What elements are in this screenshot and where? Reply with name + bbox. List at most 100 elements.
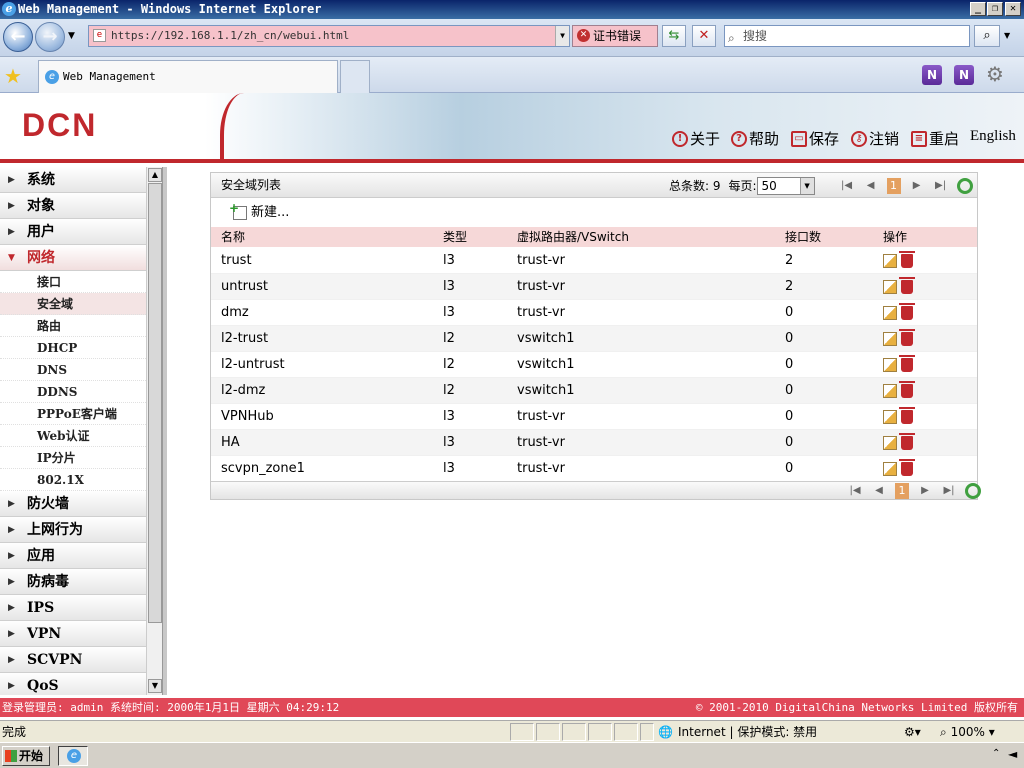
search-button[interactable]: ⌕ (974, 25, 1000, 47)
last-page-icon[interactable]: ▶| (941, 483, 957, 499)
select-dropdown-icon: ▼ (799, 177, 814, 194)
sidebar-item-scvpn[interactable]: ▶ SCVPN (0, 647, 146, 673)
new-tab-button[interactable] (340, 60, 370, 93)
prev-page-icon[interactable]: ◀ (863, 178, 879, 194)
edit-icon[interactable] (883, 461, 897, 476)
per-page-select[interactable]: 50 ▼ (756, 176, 815, 195)
first-page-icon[interactable]: |◀ (839, 178, 855, 194)
cell-type: l2 (443, 383, 455, 398)
logout-link[interactable]: ⚷ 注销 (851, 128, 899, 149)
sidebar-item-antivirus[interactable]: ▶ 防病毒 (0, 569, 146, 595)
save-link[interactable]: ▭ 保存 (791, 128, 839, 149)
first-page-icon[interactable]: |◀ (847, 483, 863, 499)
delete-trash-icon[interactable] (899, 302, 915, 320)
tab-web-management[interactable]: e Web Management (38, 60, 338, 93)
zoom-level[interactable]: ⌕ 100% ▾ (940, 721, 995, 743)
favorites-star-icon[interactable]: ★ (4, 64, 22, 88)
sidebar-item-system[interactable]: ▶ 系统 (0, 167, 146, 193)
delete-trash-icon[interactable] (899, 380, 915, 398)
refresh-icon[interactable] (965, 482, 981, 499)
current-page[interactable]: 1 (895, 482, 909, 499)
search-input[interactable]: ⌕ 搜搜 (724, 25, 970, 47)
protected-mode-icon[interactable]: ⚙▾ (904, 721, 921, 743)
scroll-thumb[interactable] (148, 183, 162, 623)
close-window-button[interactable]: ✕ (1005, 2, 1021, 16)
edit-icon[interactable] (883, 357, 897, 372)
delete-trash-icon[interactable] (899, 406, 915, 424)
certificate-error-button[interactable]: ✕ 证书错误 (572, 25, 658, 47)
sidebar-item-vpn[interactable]: ▶ VPN (0, 621, 146, 647)
english-link[interactable]: English (970, 128, 1016, 145)
delete-trash-icon[interactable] (899, 432, 915, 450)
onenote-send-icon[interactable]: N (954, 65, 974, 85)
edit-icon[interactable] (883, 305, 897, 320)
sidebar-scrollbar[interactable]: ▲ ▼ (146, 167, 162, 695)
minimize-button[interactable]: _ (970, 2, 986, 16)
sidebar-sub-ipfrag[interactable]: IP分片 (0, 447, 146, 469)
search-options-icon[interactable]: ▼ (1004, 31, 1010, 40)
sidebar-sub-zones[interactable]: 安全域 (0, 293, 146, 315)
zoom-icon: ⌕ (940, 725, 947, 739)
tray-expand-icon[interactable]: ⌃ (992, 748, 1000, 759)
forward-button[interactable]: → (35, 22, 65, 52)
sidebar-item-internet-behavior[interactable]: ▶ 上网行为 (0, 517, 146, 543)
delete-trash-icon[interactable] (899, 250, 915, 268)
cell-name: VPNHub (221, 409, 274, 424)
edit-icon[interactable] (883, 435, 897, 450)
delete-trash-icon[interactable] (899, 328, 915, 346)
new-zone-button[interactable]: 新建... (211, 199, 977, 227)
edit-icon[interactable] (883, 253, 897, 268)
sidebar-item-ips[interactable]: ▶ IPS (0, 595, 146, 621)
back-button[interactable]: ← (3, 22, 33, 52)
edit-icon[interactable] (883, 279, 897, 294)
sidebar-sub-8021x[interactable]: 802.1X (0, 469, 146, 491)
sidebar-sub-dhcp[interactable]: DHCP (0, 337, 146, 359)
sidebar-sub-dns[interactable]: DNS (0, 359, 146, 381)
restart-icon: ≡ (911, 130, 927, 147)
restart-link[interactable]: ≡ 重启 (911, 128, 959, 149)
delete-trash-icon[interactable] (899, 354, 915, 372)
sidebar-label: 上网行为 (27, 522, 83, 538)
sidebar-item-qos[interactable]: ▶ QoS (0, 673, 146, 695)
last-page-icon[interactable]: ▶| (933, 178, 949, 194)
restore-button[interactable]: ❐ (987, 2, 1003, 16)
address-field[interactable]: e https://192.168.1.1/zh_cn/webui.html ▼ (88, 25, 570, 47)
sidebar-sub-ddns[interactable]: DDNS (0, 381, 146, 403)
tools-gear-icon[interactable]: ⚙ (986, 62, 1004, 86)
sidebar-splitter[interactable] (162, 167, 167, 695)
edit-icon[interactable] (883, 383, 897, 398)
row-actions (883, 404, 915, 430)
next-page-icon[interactable]: ▶ (909, 178, 925, 194)
about-link[interactable]: ! 关于 (672, 128, 720, 149)
taskbar-ie-button[interactable]: e (58, 746, 88, 766)
edit-icon[interactable] (883, 409, 897, 424)
address-dropdown-icon[interactable]: ▼ (555, 26, 569, 46)
delete-trash-icon[interactable] (899, 276, 915, 294)
refresh-icon[interactable] (956, 177, 973, 194)
volume-icon[interactable]: ◄ (1008, 747, 1017, 761)
sidebar-sub-interface[interactable]: 接口 (0, 271, 146, 293)
sidebar-nav: ▶ 系统 ▶ 对象 ▶ 用户 ▼ 网络 接口 安全域 路由 DHCP DNS DDNS … (0, 167, 146, 695)
next-page-icon[interactable]: ▶ (917, 483, 933, 499)
sidebar-item-objects[interactable]: ▶ 对象 (0, 193, 146, 219)
edit-icon[interactable] (883, 331, 897, 346)
history-dropdown-icon[interactable]: ▼ (68, 31, 75, 41)
sidebar-item-network[interactable]: ▼ 网络 (0, 245, 146, 271)
prev-page-icon[interactable]: ◀ (871, 483, 887, 499)
sidebar-sub-webauth[interactable]: Web认证 (0, 425, 146, 447)
sidebar-item-firewall[interactable]: ▶ 防火墙 (0, 491, 146, 517)
help-link[interactable]: ? 帮助 (731, 128, 779, 149)
cell-vrouter: trust-vr (517, 279, 565, 294)
sidebar-sub-pppoe[interactable]: PPPoE客户端 (0, 403, 146, 425)
sidebar-item-applications[interactable]: ▶ 应用 (0, 543, 146, 569)
sidebar-sub-routing[interactable]: 路由 (0, 315, 146, 337)
refresh-button[interactable]: ⇆ (662, 25, 686, 47)
current-page[interactable]: 1 (886, 177, 901, 194)
stop-button[interactable]: ✕ (692, 25, 716, 47)
start-button[interactable]: 开始 (2, 746, 50, 766)
delete-trash-icon[interactable] (899, 458, 915, 476)
scroll-down-icon[interactable]: ▼ (148, 679, 162, 693)
onenote-icon[interactable]: N (922, 65, 942, 85)
scroll-up-icon[interactable]: ▲ (148, 168, 162, 182)
sidebar-item-users[interactable]: ▶ 用户 (0, 219, 146, 245)
